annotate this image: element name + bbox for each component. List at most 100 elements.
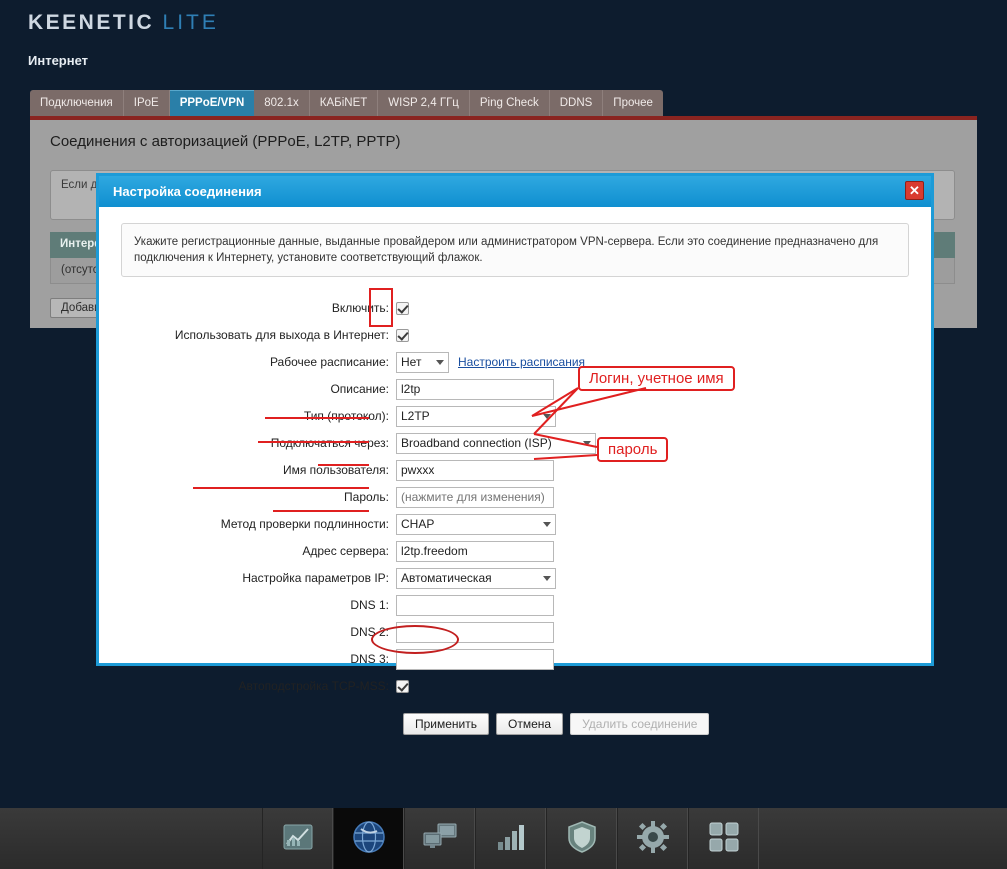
use-internet-label: Использовать для выхода в Интернет: [174, 328, 389, 342]
tab-1[interactable]: IPoE [124, 90, 170, 116]
protocol-select[interactable]: L2TP [396, 405, 556, 427]
delete-connection-button: Удалить соединение [570, 713, 710, 735]
dns2-label: DNS 2: [350, 625, 389, 639]
globe-icon [352, 820, 386, 857]
tab-2[interactable]: PPPoE/VPN [169, 90, 255, 116]
field-protocol: Тип (протокол): L2TP [121, 405, 909, 427]
chevron-down-icon [543, 575, 551, 581]
dns1-label: DNS 1: [350, 598, 389, 612]
description-input[interactable] [396, 378, 554, 400]
taskbar-item-3[interactable] [475, 808, 546, 869]
auth-method-select[interactable]: CHAP [396, 513, 556, 535]
description-label: Описание: [330, 382, 389, 396]
auth-method-label: Метод проверки подлинности: [220, 517, 389, 531]
via-value: Broadband connection (ISP) [401, 436, 552, 450]
tab-6[interactable]: Ping Check [470, 90, 550, 116]
tab-bar: Подключения IPoE PPPoE/VPN 802.1x КАБiNET WIS… [30, 90, 977, 117]
monitor-chart-icon [283, 824, 313, 853]
schedule-label: Рабочее расписание: [269, 355, 389, 369]
tab-5[interactable]: WISP 2,4 ГГц [378, 90, 470, 116]
protocol-label: Тип (протокол): [303, 409, 389, 423]
dns2-input[interactable] [396, 621, 554, 643]
via-select[interactable]: Broadband connection (ISP) [396, 432, 596, 454]
field-auth-method: Метод проверки подлинности: CHAP [121, 513, 909, 535]
enable-checkbox[interactable] [396, 301, 409, 315]
field-tcp-mss: Автоподстройка TCP-MSS: [121, 675, 909, 697]
brand-logo: KEENETIC LITE [28, 11, 219, 35]
tcp-mss-checkbox[interactable] [396, 679, 409, 693]
field-username: Имя пользователя: [121, 459, 909, 481]
dialog-title: Настройка соединения [113, 184, 262, 199]
field-dns1: DNS 1: [121, 594, 909, 616]
field-ip-setup: Настройка параметров IP: Автоматическая [121, 567, 909, 589]
field-server-address: Адрес сервера: [121, 540, 909, 562]
tab-4[interactable]: КАБiNET [310, 90, 379, 116]
apps-grid-icon [709, 822, 739, 855]
auth-method-value: CHAP [401, 517, 435, 531]
apply-button[interactable]: Применить [403, 713, 490, 735]
chevron-down-icon [543, 413, 551, 419]
server-address-input[interactable] [396, 540, 554, 562]
taskbar-item-0[interactable] [262, 808, 333, 869]
close-icon[interactable]: ✕ [905, 181, 924, 200]
ip-setup-select[interactable]: Автоматическая [396, 567, 556, 589]
page-section-title: Интернет [28, 53, 89, 68]
brand-name: KEENETIC [28, 11, 155, 34]
panel-title: Соединения с авторизацией (PPPoE, L2TP, … [50, 133, 401, 150]
info-message: Укажите регистрационные данные, выданные… [121, 223, 909, 277]
field-use-internet: Использовать для выхода в Интернет: [121, 324, 909, 346]
ip-setup-label: Настройка параметров IP: [242, 571, 389, 585]
schedule-value: Нет [401, 355, 422, 369]
field-password: Пароль: [121, 486, 909, 508]
dialog-titlebar: Настройка соединения ✕ [99, 176, 931, 207]
enable-label: Включить: [331, 301, 389, 315]
password-label: Пароль: [344, 490, 389, 504]
field-via: Подключаться через: Broadband connection… [121, 432, 909, 454]
dns1-input[interactable] [396, 594, 554, 616]
dns3-input[interactable] [396, 648, 554, 670]
dialog-body: Укажите регистрационные данные, выданные… [99, 207, 931, 735]
field-dns2: DNS 2: [121, 621, 909, 643]
ip-setup-value: Автоматическая [401, 571, 492, 585]
field-description: Описание: [121, 378, 909, 400]
field-schedule: Рабочее расписание: Нет Настроить распис… [121, 351, 909, 373]
cancel-button[interactable]: Отмена [496, 713, 564, 735]
taskbar-item-1[interactable] [333, 808, 404, 869]
network-computers-icon [423, 823, 457, 854]
tab-7[interactable]: DDNS [550, 90, 604, 116]
chevron-down-icon [436, 359, 444, 365]
protocol-value: L2TP [401, 409, 430, 423]
dialog-buttons: Применить Отмена Удалить соединение [121, 713, 909, 735]
use-internet-checkbox[interactable] [396, 328, 409, 342]
password-input[interactable] [396, 486, 554, 508]
gear-icon [636, 821, 669, 856]
app-header: KEENETIC LITE Интернет [0, 0, 1007, 80]
taskbar-item-4[interactable] [546, 808, 617, 869]
connection-settings-dialog: Настройка соединения ✕ Укажите регистрац… [96, 173, 934, 735]
tab-list: Подключения IPoE PPPoE/VPN 802.1x КАБiNET WIS… [30, 90, 663, 116]
username-input[interactable] [396, 459, 554, 481]
shield-icon [567, 821, 596, 856]
brand-model: LITE [162, 11, 219, 34]
taskbar [0, 808, 1007, 869]
dns3-label: DNS 3: [350, 652, 389, 666]
field-enable: Включить: [121, 297, 909, 319]
chevron-down-icon [583, 440, 591, 446]
connection-form: Включить: Использовать для выхода в Инте… [121, 297, 909, 735]
taskbar-item-5[interactable] [617, 808, 688, 869]
schedule-select[interactable]: Нет [396, 351, 449, 373]
taskbar-item-6[interactable] [688, 808, 759, 869]
signal-bars-icon [496, 823, 526, 854]
tab-3[interactable]: 802.1x [254, 90, 310, 116]
tab-8[interactable]: Прочее [603, 90, 663, 116]
tab-0[interactable]: Подключения [30, 90, 124, 116]
server-address-label: Адрес сервера: [302, 544, 389, 558]
taskbar-item-2[interactable] [404, 808, 475, 869]
configure-schedules-link[interactable]: Настроить расписания [458, 355, 585, 369]
username-label: Имя пользователя: [282, 463, 389, 477]
chevron-down-icon [543, 521, 551, 527]
tcp-mss-label: Автоподстройка TCP-MSS: [238, 679, 389, 693]
field-dns3: DNS 3: [121, 648, 909, 670]
via-label: Подключаться через: [270, 436, 389, 450]
taskbar-items [262, 808, 759, 869]
